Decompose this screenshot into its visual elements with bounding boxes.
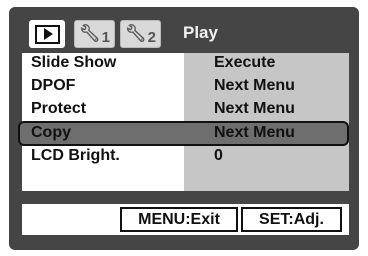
menu-title: Play [183,23,218,42]
set-adjust-button[interactable]: SET:Adj. [241,207,342,232]
menu-item-dpof[interactable]: DPOF Next Menu [22,76,349,99]
menu-item-slide-show[interactable]: Slide Show Execute [22,53,349,76]
tab-number: 1 [101,28,110,46]
wrench-icon: 🔧︎ [125,24,147,43]
tab-setup-1[interactable]: 🔧︎ 1 [74,20,115,48]
menu-item-value: Next Menu [214,77,295,94]
menu-item-value: Execute [214,54,276,71]
tab-setup-2[interactable]: 🔧︎ 2 [120,20,161,48]
menu-exit-button[interactable]: MENU:Exit [120,207,238,232]
tab-play[interactable] [29,20,65,48]
tab-number: 2 [147,28,156,46]
menu-item-lcd-bright[interactable]: LCD Bright. 0 [22,146,349,169]
menu-item-label: Copy [31,124,71,141]
menu-item-value: Next Menu [214,124,295,141]
menu-item-label: DPOF [31,77,76,94]
menu-item-value: 0 [214,147,223,164]
menu-item-protect[interactable]: Protect Next Menu [22,99,349,122]
menu-item-value: Next Menu [214,100,295,117]
play-icon [34,24,60,44]
menu-header: 🔧︎ 1 🔧︎ 2 Play [9,7,359,53]
wrench-icon: 🔧︎ [79,24,101,43]
menu-item-label: Slide Show [31,54,117,71]
menu-item-label: Protect [31,100,87,117]
menu-item-label: LCD Bright. [31,147,120,164]
menu-panel: Slide Show Execute DPOF Next Menu Protec… [18,53,349,191]
menu-item-copy-selected[interactable]: Copy Next Menu [18,121,349,146]
